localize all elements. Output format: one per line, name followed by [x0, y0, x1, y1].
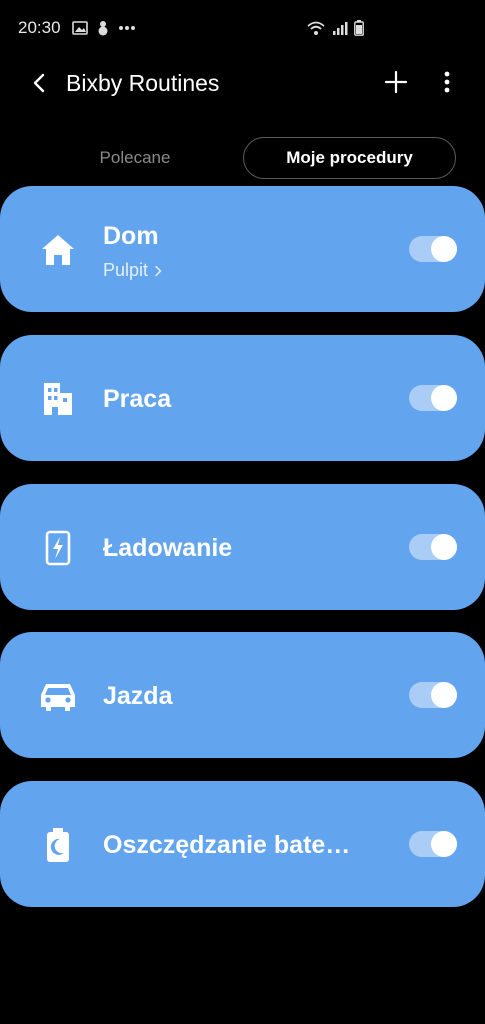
toggle-knob: [431, 385, 457, 411]
home-icon: [38, 230, 78, 270]
back-arrow-icon: [33, 73, 45, 93]
toggle-knob: [431, 831, 457, 857]
routine-card-charging[interactable]: Ładowanie: [0, 484, 485, 610]
routine-card-home[interactable]: Dom Pulpit: [0, 186, 485, 312]
office-building-icon: [38, 379, 78, 419]
status-bar: 20:30: [0, 0, 485, 60]
signal-icon: [333, 22, 348, 35]
toggle-knob: [431, 682, 457, 708]
routine-toggle[interactable]: [409, 236, 457, 262]
plus-icon: [384, 70, 408, 94]
routine-toggle[interactable]: [409, 534, 457, 560]
routine-subtitle-label: Pulpit: [103, 260, 149, 280]
toggle-knob: [431, 534, 457, 560]
routine-title: Dom: [103, 222, 159, 250]
chevron-right-icon: [155, 265, 162, 276]
car-icon: [38, 676, 78, 716]
routine-card-battery-saver[interactable]: Oszczędzanie bate…: [0, 781, 485, 907]
routine-subtitle[interactable]: Pulpit: [103, 260, 162, 281]
page-title: Bixby Routines: [66, 70, 220, 96]
routine-title: Ładowanie: [103, 534, 233, 562]
routine-title: Praca: [103, 385, 172, 413]
battery-moon-icon: [38, 825, 78, 865]
status-left-icons: [72, 20, 136, 36]
routine-toggle[interactable]: [409, 385, 457, 411]
snowman-icon: [98, 21, 108, 36]
status-right-icons: [306, 20, 364, 36]
routine-card-work[interactable]: Praca: [0, 335, 485, 461]
back-button[interactable]: [24, 68, 54, 98]
more-vertical-icon: [444, 71, 450, 93]
routine-card-driving[interactable]: Jazda: [0, 632, 485, 758]
routine-toggle[interactable]: [409, 682, 457, 708]
battery-icon: [354, 20, 364, 36]
tab-my-routines[interactable]: Moje procedury: [243, 137, 456, 179]
tab-recommended[interactable]: Polecane: [30, 138, 240, 178]
add-routine-button[interactable]: [380, 66, 412, 98]
app-bar: Bixby Routines: [0, 60, 485, 108]
routine-title: Oszczędzanie bate…: [103, 831, 351, 859]
charging-phone-icon: [38, 528, 78, 568]
status-time: 20:30: [18, 18, 61, 37]
dots-icon: [119, 26, 135, 30]
routine-toggle[interactable]: [409, 831, 457, 857]
routine-title: Jazda: [103, 682, 173, 710]
wifi-icon: [307, 21, 325, 35]
image-icon: [72, 21, 88, 35]
more-options-button[interactable]: [432, 66, 462, 98]
toggle-knob: [431, 236, 457, 262]
